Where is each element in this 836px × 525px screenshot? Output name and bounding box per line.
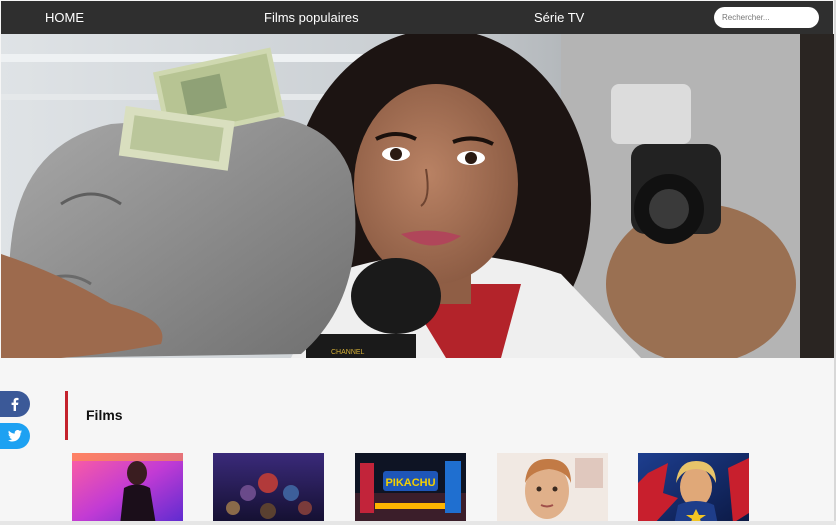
microphone-flag-text: CHANNEL xyxy=(331,349,365,356)
window-border xyxy=(0,521,836,525)
movie-poster[interactable] xyxy=(497,453,608,525)
movie-poster[interactable] xyxy=(72,453,183,525)
nav-home-link[interactable]: HOME xyxy=(45,10,84,25)
hero-image: CHANNEL xyxy=(1,34,834,358)
hero-banner[interactable]: CHANNEL xyxy=(1,34,834,358)
section-title: Films xyxy=(86,407,123,423)
poster-image xyxy=(213,453,324,525)
movie-poster[interactable]: PIKACHU xyxy=(355,453,466,525)
poster-image xyxy=(497,453,608,525)
facebook-share-button[interactable] xyxy=(0,391,30,417)
search-input[interactable] xyxy=(714,7,819,28)
navbar: HOME Films populaires Série TV xyxy=(1,1,833,34)
nav-tv-series-link[interactable]: Série TV xyxy=(534,10,584,25)
movie-poster[interactable] xyxy=(213,453,324,525)
nav-popular-films-link[interactable]: Films populaires xyxy=(264,10,359,25)
movie-poster[interactable] xyxy=(638,453,749,525)
facebook-icon xyxy=(9,397,21,411)
poster-image xyxy=(72,453,183,525)
poster-image xyxy=(638,453,749,525)
poster-title-text: PIKACHU xyxy=(385,477,435,489)
section-accent-bar xyxy=(65,391,68,440)
twitter-share-button[interactable] xyxy=(0,423,30,449)
poster-image: PIKACHU xyxy=(355,453,466,525)
twitter-icon xyxy=(8,430,22,442)
